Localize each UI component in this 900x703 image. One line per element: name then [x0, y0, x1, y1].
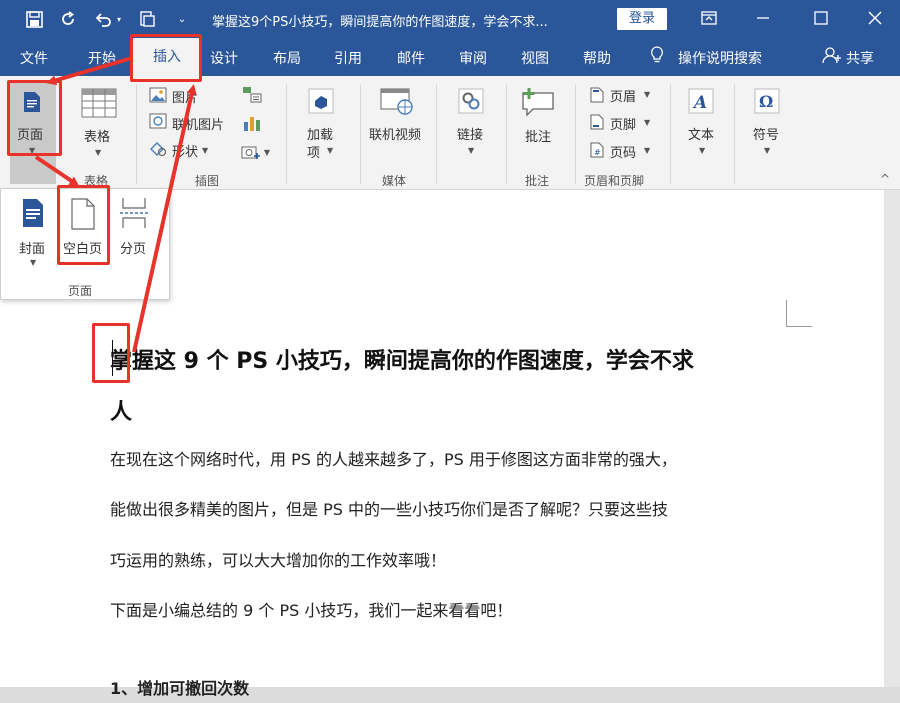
tab-layout[interactable]: 布局	[273, 48, 301, 68]
ribbon-separator	[286, 84, 287, 184]
cover-page-dropdown: ▼	[30, 258, 37, 267]
add-ins-icon	[306, 86, 336, 116]
ribbon-display-options-icon[interactable]	[686, 4, 732, 32]
media-group-label: 媒体	[382, 174, 407, 188]
page-number-icon: #	[588, 141, 606, 159]
illustrations-group-label: 插图	[195, 174, 220, 188]
customize-qat-icon[interactable]: ⌄	[172, 8, 192, 30]
document-title-line1: 掌握这 9 个 PS 小技巧，瞬间提高你的作图速度，学会不求	[110, 349, 694, 374]
symbol-dropdown: ▼	[764, 146, 771, 155]
cover-page-icon	[20, 196, 46, 230]
add-ins-button[interactable]: 加载	[307, 124, 333, 143]
new-comment-button[interactable]: 批注	[525, 126, 551, 145]
blank-page-highlight	[57, 185, 110, 265]
link-button[interactable]: 链接	[457, 124, 483, 143]
document-title-line2: 人	[110, 400, 133, 425]
maximize-icon[interactable]	[798, 4, 844, 32]
tab-file[interactable]: 文件	[20, 48, 48, 68]
format-icon[interactable]	[136, 8, 160, 30]
svg-text:A: A	[692, 93, 707, 113]
table-button-dropdown: ▼	[95, 148, 102, 157]
tab-view[interactable]: 视图	[521, 48, 549, 68]
page-panel-group-label: 页面	[68, 284, 93, 298]
page-number-dropdown: ▼	[644, 146, 651, 155]
comment-icon	[518, 84, 558, 118]
header-button[interactable]: 页眉	[610, 86, 636, 105]
header-icon	[588, 86, 606, 104]
table-icon	[80, 86, 118, 120]
redo-icon[interactable]	[56, 8, 80, 30]
minimize-icon[interactable]	[740, 4, 786, 32]
lightbulb-icon	[650, 46, 664, 68]
svg-text:Ω: Ω	[759, 92, 773, 111]
section-heading: 1、增加可撤回次数	[110, 679, 250, 698]
online-video-button[interactable]: 联机视频	[369, 124, 421, 143]
page-number-button[interactable]: 页码	[610, 142, 636, 161]
ribbon-separator	[360, 84, 361, 184]
ribbon-separator	[136, 84, 137, 184]
text-button[interactable]: 文本	[688, 124, 714, 143]
undo-icon[interactable]: ▾	[90, 8, 126, 30]
page-break-icon	[118, 196, 150, 230]
shapes-icon	[148, 140, 168, 158]
share-button[interactable]: 共享	[846, 48, 874, 68]
svg-text:#: #	[594, 148, 601, 157]
add-ins-button-line2[interactable]: 项	[307, 142, 320, 161]
online-picture-icon	[148, 112, 168, 130]
ribbon-separator	[670, 84, 671, 184]
table-button[interactable]: 表格	[84, 126, 110, 145]
page-button-highlight	[7, 80, 62, 156]
header-footer-group-label: 页眉和页脚	[584, 174, 645, 188]
ribbon-separator	[436, 84, 437, 184]
text-icon: A	[686, 86, 716, 116]
online-video-icon	[380, 86, 414, 116]
link-icon	[456, 86, 486, 116]
ribbon-separator	[734, 84, 735, 184]
comment-group-label: 批注	[525, 174, 550, 188]
login-button[interactable]: 登录	[617, 8, 667, 30]
shapes-button[interactable]: 形状	[172, 141, 198, 160]
online-picture-button[interactable]: 联机图片	[172, 114, 224, 133]
tell-me-search[interactable]: 操作说明搜索	[678, 48, 762, 68]
header-dropdown: ▼	[644, 90, 651, 99]
tab-design[interactable]: 设计	[210, 48, 238, 68]
cursor-position-highlight	[92, 323, 130, 383]
footer-icon	[588, 113, 606, 131]
save-icon[interactable]	[22, 8, 46, 30]
window-title: 掌握这9个PS小技巧，瞬间提高你的作图速度，学会不求...	[212, 15, 548, 30]
add-ins-dropdown: ▼	[327, 146, 334, 155]
paragraph-line: 在现在这个网络时代，用 PS 的人越来越多了，PS 用于修图这方面非常的强大，	[110, 450, 677, 469]
cover-page-button[interactable]: 封面	[19, 238, 45, 257]
page-break-button[interactable]: 分页	[120, 238, 146, 257]
ribbon-separator	[506, 84, 507, 184]
close-icon[interactable]	[852, 4, 898, 32]
footer-dropdown: ▼	[644, 118, 651, 127]
shapes-dropdown: ▼	[202, 146, 209, 155]
insert-tab-highlight	[130, 34, 202, 82]
chart-icon	[240, 112, 264, 134]
link-dropdown: ▼	[468, 146, 475, 155]
paragraph-line: 能做出很多精美的图片，但是 PS 中的一些小技巧你们是否了解呢？只要这些技	[110, 500, 668, 519]
symbol-icon: Ω	[752, 86, 782, 116]
picture-button[interactable]: 图片	[172, 87, 198, 106]
tab-references[interactable]: 引用	[334, 48, 362, 68]
tab-help[interactable]: 帮助	[583, 48, 611, 68]
screenshot-icon: ▼	[238, 142, 272, 162]
symbol-button[interactable]: 符号	[753, 124, 779, 143]
ribbon-separator	[575, 84, 576, 184]
title-bar: ▾ ⌄ 掌握这9个PS小技巧，瞬间提高你的作图速度，学会不求... 登录	[0, 0, 900, 38]
paragraph-line: 巧运用的熟练，可以大大增加你的工作效率哦！	[110, 551, 447, 570]
collapse-ribbon-icon[interactable]: ^	[880, 172, 890, 186]
footer-button[interactable]: 页脚	[610, 114, 636, 133]
text-dropdown: ▼	[699, 146, 706, 155]
smartart-icon	[240, 84, 264, 106]
picture-icon	[148, 86, 168, 104]
share-person-icon[interactable]	[822, 46, 842, 68]
tab-review[interactable]: 审阅	[459, 48, 487, 68]
margin-corner-mark	[786, 300, 812, 327]
paragraph-line: 下面是小编总结的 9 个 PS 小技巧，我们一起来看看吧！	[110, 601, 513, 620]
tab-home[interactable]: 开始	[88, 48, 116, 68]
tab-mailings[interactable]: 邮件	[397, 48, 425, 68]
